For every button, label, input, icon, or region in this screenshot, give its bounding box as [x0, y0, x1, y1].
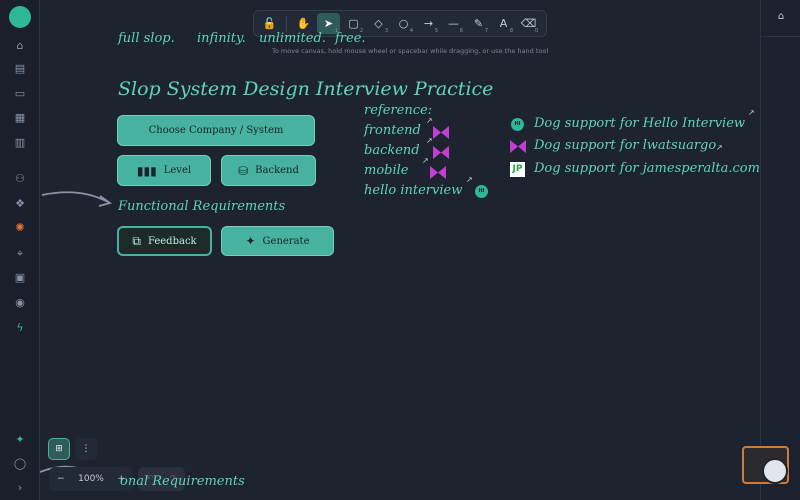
choose-company-label: Choose Company / System [148, 125, 284, 136]
zoom-out-button[interactable]: − [57, 474, 65, 484]
bar-chart-icon: ▮▮▮ [136, 163, 157, 178]
shortcut-number: 6 [459, 28, 463, 34]
pointer-icon: ➤ [323, 17, 334, 30]
discord-icon[interactable]: ◉ [12, 295, 28, 311]
shortcut-number: 8 [509, 28, 513, 34]
grid-icon: ⊞ [55, 444, 63, 454]
toolbar-divider [286, 15, 287, 32]
reference-link[interactable]: mobile [364, 163, 408, 178]
functional-requirements-partial: onal Requirements [120, 474, 245, 489]
backend-label: Backend [255, 165, 299, 176]
bowtie-icon [510, 140, 526, 153]
external-link-icon[interactable]: ↗ [422, 157, 430, 165]
user-icon[interactable]: ◯ [12, 456, 28, 472]
tagline-item: infinity. [197, 31, 246, 46]
external-link-icon[interactable]: ↗ [716, 144, 724, 152]
shortcut-number: 0 [534, 28, 538, 34]
reference-link[interactable]: backend [364, 143, 420, 158]
level-button[interactable]: ▮▮▮ Level [117, 155, 211, 186]
shortcut-number: 7 [484, 28, 488, 34]
page-title: Slop System Design Interview Practice [118, 78, 494, 100]
card-icon[interactable]: ▭ [12, 86, 28, 102]
feedback-button[interactable]: ⧉ Feedback [117, 226, 212, 256]
users-icon[interactable]: ⚇ [12, 171, 28, 187]
external-link-icon[interactable]: ↗ [748, 109, 756, 117]
bowtie-icon [433, 126, 449, 139]
map-icon[interactable]: ▤ [12, 61, 28, 77]
shortcut-number: 4 [409, 28, 413, 34]
shortcut-number: 3 [384, 28, 388, 34]
sparkles-icon: ✦ [245, 234, 256, 248]
sparkles-icon[interactable]: ✦ [12, 432, 28, 448]
bowtie-icon [433, 146, 449, 159]
tagline-item: unlimited. [259, 31, 326, 46]
app-logo-icon[interactable] [9, 6, 31, 28]
arrow-tool[interactable]: → 5 [417, 13, 440, 34]
external-link-icon[interactable]: ↗ [426, 117, 434, 125]
settings-badge-icon[interactable]: ✺ [12, 220, 28, 236]
rectangle-icon: ▢ [348, 17, 359, 30]
tagline-item: free. [335, 31, 366, 46]
location-icon[interactable]: ⌖ [12, 246, 28, 262]
menu-toggle-button[interactable]: ⊞ [48, 438, 70, 460]
level-label: Level [163, 165, 192, 176]
pencil-tool[interactable]: ✎ 7 [467, 13, 490, 34]
line-tool[interactable]: —6 [442, 13, 465, 34]
generate-button[interactable]: ✦ Generate [221, 226, 334, 256]
canvas-arrow [41, 191, 113, 207]
book-icon[interactable]: ▥ [12, 135, 28, 151]
tagline-item: full slop. [118, 31, 175, 46]
jp-badge-icon: JP [510, 162, 525, 177]
ellipse-icon: ○ [398, 17, 409, 30]
database-icon: ⛁ [238, 163, 249, 178]
copy-icon: ⧉ [132, 233, 141, 248]
lock-icon: 🔓 [262, 17, 277, 30]
pencil-icon: ✎ [473, 17, 484, 30]
left-sidebar: ⌂ ▤ ▭ ▦ ▥ ⚇ ❖ ✺ ⌖ ▣ ◉ ϟ ✦ ◯ › [0, 0, 40, 500]
help-avatar-icon[interactable] [762, 458, 788, 484]
shortcut-number: 5 [434, 28, 438, 34]
lightning-icon[interactable]: ϟ [12, 320, 28, 336]
terminal-icon[interactable]: ▣ [12, 270, 28, 286]
diamond-icon: ◇ [374, 17, 383, 30]
generate-label: Generate [262, 235, 310, 247]
eraser-tool[interactable]: ⌫ 0 [517, 13, 540, 34]
divider [761, 36, 800, 37]
line-icon: — [448, 17, 459, 30]
canvas-hint: To move canvas, hold mouse wheel or spac… [272, 47, 549, 55]
hand-icon: ✋ [296, 17, 311, 30]
diamond-tool[interactable]: ◇ 3 [367, 13, 390, 34]
reference-link[interactable]: hello interview [364, 183, 462, 198]
choose-company-button[interactable]: Choose Company / System [117, 115, 315, 146]
backend-button[interactable]: ⛁ Backend [221, 155, 316, 186]
expand-icon[interactable]: › [12, 480, 28, 496]
support-link[interactable]: Dog support for lwatsuargo [534, 138, 716, 153]
zoom-level[interactable]: 100% [78, 474, 104, 484]
support-link[interactable]: Dog support for Hello Interview [534, 116, 745, 131]
external-link-icon[interactable]: ↗ [466, 176, 474, 184]
bowtie-icon [430, 166, 446, 179]
home-icon[interactable]: ⌂ [12, 38, 28, 54]
support-link[interactable]: Dog support for jamesperalta.com [534, 161, 760, 176]
hello-interview-icon: HI [475, 185, 488, 198]
document-icon[interactable]: ▦ [12, 110, 28, 126]
text-tool[interactable]: A8 [492, 13, 515, 34]
hello-interview-icon: HI [511, 118, 524, 131]
gift-icon[interactable]: ❖ [12, 196, 28, 212]
ellipse-tool[interactable]: ○ 4 [392, 13, 415, 34]
text-icon: A [499, 17, 508, 30]
functional-requirements-heading: Functional Requirements [118, 199, 286, 214]
more-icon: ⋮ [81, 444, 91, 454]
feedback-label: Feedback [147, 235, 197, 247]
right-panel: ⌂ [760, 0, 800, 500]
more-button[interactable]: ⋮ [75, 438, 97, 460]
arrow-icon: → [423, 17, 434, 30]
reference-heading: reference: [364, 103, 433, 118]
reference-link[interactable]: frontend [364, 123, 421, 138]
library-icon[interactable]: ⌂ [774, 11, 788, 25]
